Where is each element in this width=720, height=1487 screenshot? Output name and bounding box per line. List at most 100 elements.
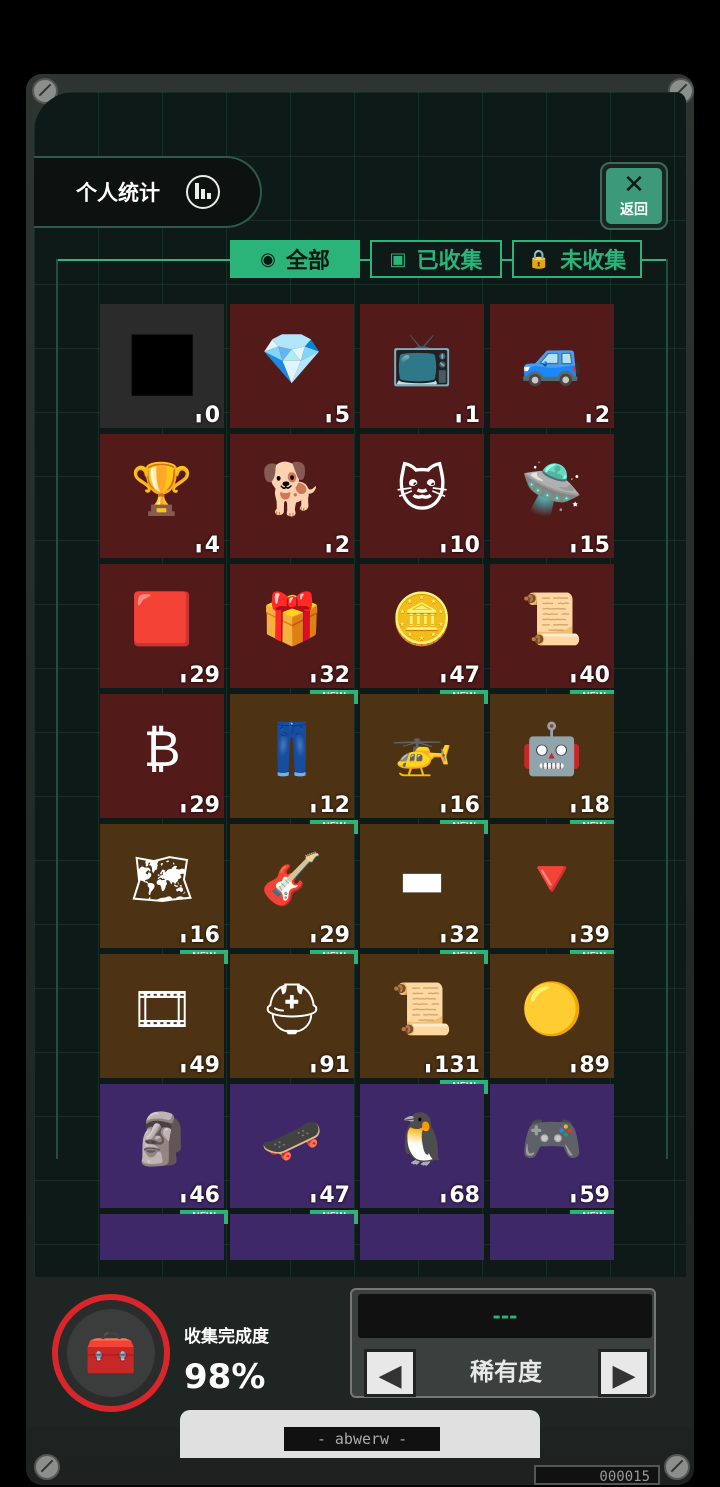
item-count-value: 46 <box>189 1183 220 1208</box>
bar-chart-icon: ▮ <box>570 541 577 554</box>
bitcoin-icon: ₿ <box>143 720 181 778</box>
collection-item[interactable]: 👖 ▮ 12 <box>230 694 354 818</box>
item-count-value: 68 <box>449 1183 480 1208</box>
item-count: ▮ 40 <box>570 662 610 688</box>
helmet-icon: ⛑ <box>260 980 324 1038</box>
completion-value: 98% <box>184 1357 266 1397</box>
item-count-value: 18 <box>579 793 610 818</box>
collection-item[interactable]: 🎸 ▮ 29 <box>230 824 354 948</box>
spinning-top-icon: 🔻 <box>520 850 584 908</box>
rarity-prev-button[interactable]: ◀ <box>364 1349 416 1397</box>
item-count-value: 15 <box>579 533 610 558</box>
item-count-value: 16 <box>189 923 220 948</box>
bmo-robot-icon: 🎮 <box>520 1110 584 1168</box>
collection-item[interactable]: 🤖 ▮ 18 <box>490 694 614 818</box>
chest-icon: 🧰 <box>67 1309 155 1397</box>
rarity-next-button[interactable]: ▶ <box>598 1349 650 1397</box>
collection-item[interactable]: ■ ▮ 0 <box>100 304 224 428</box>
collection-item[interactable]: 🎞 ▮ 49 <box>100 954 224 1078</box>
collection-item[interactable]: 🗿 ▮ 46 <box>100 1084 224 1208</box>
bar-chart-icon: ▮ <box>310 801 317 814</box>
collection-item[interactable]: 🛸 ▮ 15 <box>490 434 614 558</box>
collection-item[interactable]: 📜 ▮ 40 <box>490 564 614 688</box>
item-count: ▮ 5 <box>326 402 350 428</box>
goblet-icon: 🏆 <box>130 460 194 518</box>
cat-mascot-icon: 🐱 <box>395 460 449 518</box>
collection-item[interactable]: 🟡 ▮ 89 <box>490 954 614 1078</box>
collection-item[interactable]: 🏆 ▮ 4 <box>100 434 224 558</box>
partial-item-icon <box>254 1234 330 1260</box>
item-count-value: 49 <box>189 1053 220 1078</box>
item-count-value: 32 <box>449 923 480 948</box>
item-count: ▮ 0 <box>196 402 220 428</box>
collection-item[interactable]: ▬ ▮ 32 <box>360 824 484 948</box>
item-count: ▮ 89 <box>570 1052 610 1078</box>
bar-chart-icon: ▮ <box>440 671 447 684</box>
certificate-icon: 📜 <box>390 980 454 1038</box>
bar-chart-icon: ▮ <box>440 801 447 814</box>
personal-stats-button[interactable]: 个人统计 <box>34 156 262 228</box>
gold-nugget-icon: 🟡 <box>520 980 584 1038</box>
tab-all[interactable]: ◉ 全部 <box>230 240 360 278</box>
collection-item[interactable]: 🐱 ▮ 10 <box>360 434 484 558</box>
bar-chart-icon: ▮ <box>180 1191 187 1204</box>
collection-item[interactable]: 🎁 ▮ 32 <box>230 564 354 688</box>
collection-item[interactable]: 🔻 ▮ 39 <box>490 824 614 948</box>
star-map-icon: 🗺 <box>130 850 194 908</box>
collection-item[interactable]: 🚁 ▮ 16 <box>360 694 484 818</box>
gift-box-icon: 🎁 <box>260 590 324 648</box>
item-count: ▮ 29 <box>310 922 350 948</box>
collection-item[interactable]: 🪙 ▮ 47 <box>360 564 484 688</box>
terracotta-warrior-icon: 🗿 <box>130 1110 194 1168</box>
collection-item[interactable]: 🐧 ▮ 68 <box>360 1084 484 1208</box>
collection-item[interactable]: 🟥 ▮ 29 <box>100 564 224 688</box>
bar-chart-icon: ▮ <box>310 1061 317 1074</box>
robot-drone-icon: 🛸 <box>520 460 584 518</box>
collection-item[interactable]: 🛹 ▮ 47 <box>230 1084 354 1208</box>
item-count-value: 2 <box>594 403 610 428</box>
bar-chart-icon: ▮ <box>195 411 202 424</box>
item-count: ▮ 47 <box>310 1182 350 1208</box>
bar-chart-icon: ▮ <box>440 1191 447 1204</box>
collection-item[interactable]: 🚙 ▮ 2 <box>490 304 614 428</box>
item-count-value: 29 <box>319 923 350 948</box>
collection-item[interactable] <box>490 1214 614 1260</box>
bar-chart-icon: ▮ <box>180 1061 187 1074</box>
bar-chart-icon: ▮ <box>570 1061 577 1074</box>
tab-collected[interactable]: ▣ 已收集 <box>370 240 502 278</box>
mystery-silhouette-icon: ■ <box>124 312 200 405</box>
collection-item[interactable]: 📜 ▮ 131 <box>360 954 484 1078</box>
item-count: ▮ 46 <box>180 1182 220 1208</box>
item-count-value: 59 <box>579 1183 610 1208</box>
red-card-icon: 🟥 <box>130 590 194 648</box>
arrow-right-icon: ▶ <box>612 1358 636 1393</box>
collection-item[interactable]: 📺 ▮ 1 <box>360 304 484 428</box>
overalls-icon: 👖 <box>260 720 324 778</box>
silver-coin-icon: 🪙 <box>390 590 454 648</box>
back-button[interactable]: ✕ 返回 <box>600 162 668 230</box>
collection-item[interactable] <box>360 1214 484 1260</box>
bar-chart-icon: ▮ <box>180 931 187 944</box>
tab-uncollected[interactable]: 🔒 未收集 <box>512 240 642 278</box>
screw-icon <box>34 1454 60 1480</box>
rarity-display: --- <box>358 1294 652 1338</box>
collection-item[interactable]: 🐕 ▮ 2 <box>230 434 354 558</box>
item-count: ▮ 2 <box>326 532 350 558</box>
collection-item[interactable]: 🗺 ▮ 16 <box>100 824 224 948</box>
collection-item[interactable]: ⛑ ▮ 91 <box>230 954 354 1078</box>
collection-item[interactable] <box>230 1214 354 1260</box>
item-count-value: 29 <box>189 793 220 818</box>
collection-item[interactable]: 🎮 ▮ 59 <box>490 1084 614 1208</box>
partial-item-icon <box>124 1234 200 1260</box>
bar-chart-icon: ▮ <box>195 541 202 554</box>
back-label: 返回 <box>620 202 648 218</box>
frame-line <box>56 259 58 1159</box>
collection-item[interactable] <box>100 1214 224 1260</box>
collection-item[interactable]: ₿ ▮ 29 <box>100 694 224 818</box>
bar-chart-icon: ▮ <box>570 801 577 814</box>
item-count-value: 12 <box>319 793 350 818</box>
collection-item[interactable]: 💎 ▮ 5 <box>230 304 354 428</box>
tab-all-label: 全部 <box>285 249 330 274</box>
bar-chart-icon <box>186 175 220 209</box>
dog-statue-icon: 🐕 <box>260 460 324 518</box>
